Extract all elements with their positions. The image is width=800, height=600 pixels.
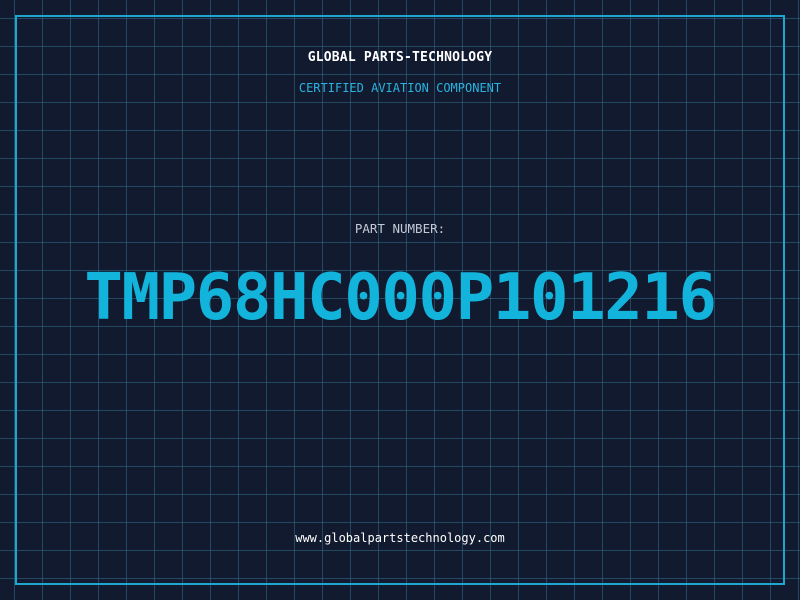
part-label-card: GLOBAL PARTS-TECHNOLOGY CERTIFIED AVIATI… [0, 0, 800, 600]
part-number-label: PART NUMBER: [354, 221, 446, 236]
part-number-value: TMP68HC000P101216 [84, 261, 717, 335]
company-name: GLOBAL PARTS-TECHNOLOGY [307, 50, 493, 65]
website-url: www.globalpartstechnology.com [295, 531, 505, 545]
certification-subtitle: CERTIFIED AVIATION COMPONENT [298, 81, 502, 95]
